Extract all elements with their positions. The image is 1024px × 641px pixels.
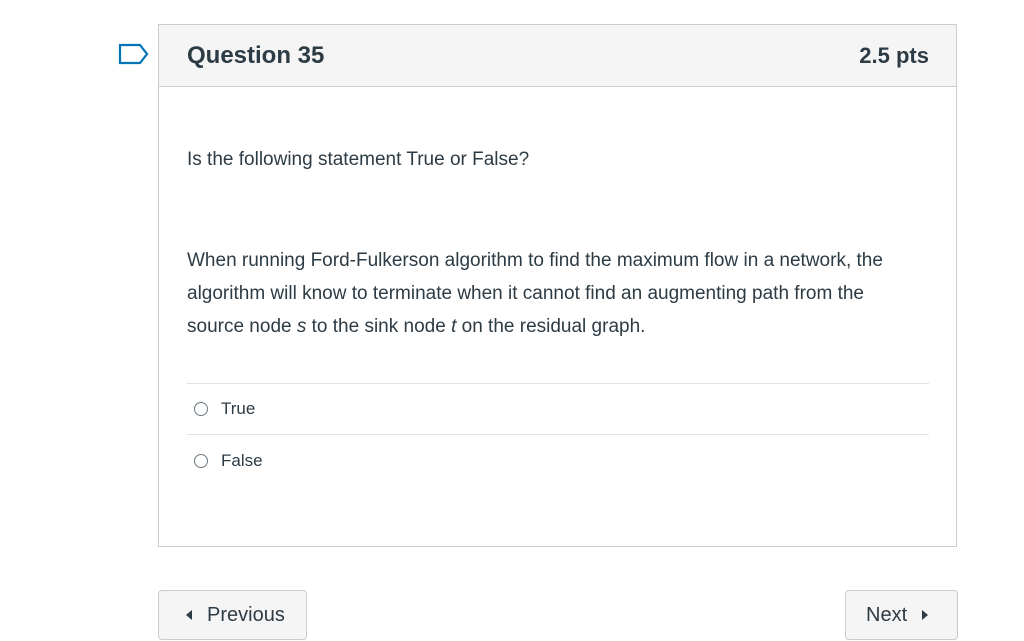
radio-button-icon[interactable] [194,453,208,468]
triangle-right-icon [922,610,929,620]
flag-question-icon[interactable] [118,43,150,65]
question-title: Question 35 [187,41,325,69]
next-label: Next [866,603,908,626]
answer-label[interactable]: True [221,399,255,419]
question-statement: When running Ford-Fulkerson algorithm to… [187,244,907,343]
question-points: 2.5 pts [859,42,929,68]
answer-option-false[interactable]: False [187,435,929,486]
previous-label: Previous [207,603,285,626]
question-card: Question 35 2.5 pts Is the following sta… [158,24,957,547]
previous-button[interactable]: Previous [158,590,307,640]
statement-text-2: to the sink node [306,316,452,337]
source-node-variable: s [296,316,307,337]
quiz-page: Question 35 2.5 pts Is the following sta… [0,0,1024,641]
statement-text-3: on the residual graph. [456,316,646,337]
next-button[interactable]: Next [845,590,958,640]
question-header: Question 35 2.5 pts [159,25,956,87]
answer-list: True False [187,383,929,486]
answer-option-true[interactable]: True [187,384,929,435]
question-body: Is the following statement True or False… [159,147,956,486]
question-prompt: Is the following statement True or False… [187,149,530,170]
radio-button-icon[interactable] [194,402,208,416]
triangle-left-icon [186,610,192,620]
answer-label[interactable]: False [221,451,263,471]
